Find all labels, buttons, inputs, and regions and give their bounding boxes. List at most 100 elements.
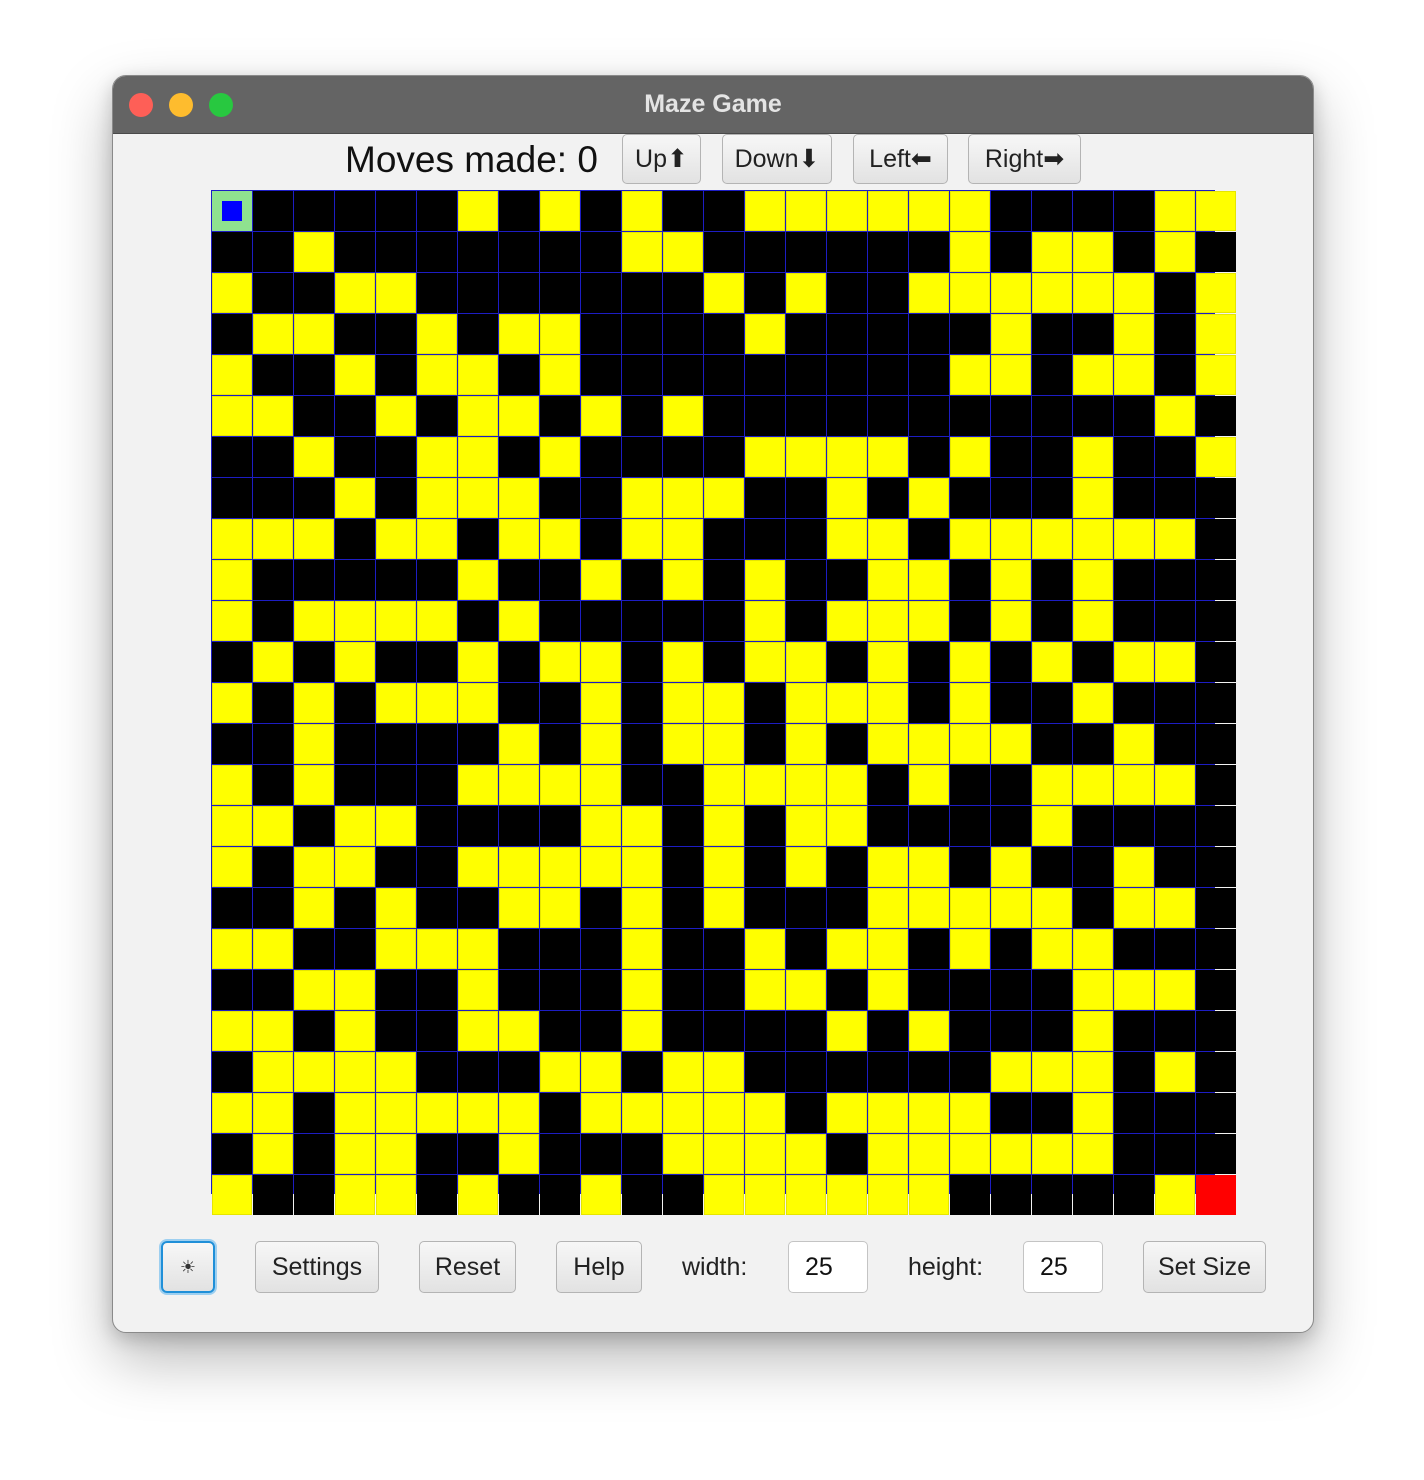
maze-wall-cell — [1155, 683, 1195, 723]
maze-wall-cell — [417, 273, 457, 313]
maze-path-cell — [868, 847, 908, 887]
maze-wall-cell — [827, 314, 867, 354]
maze-path-cell — [499, 314, 539, 354]
maze-wall-cell — [1073, 724, 1113, 764]
maze-path-cell — [704, 683, 744, 723]
maze-wall-cell — [1114, 560, 1154, 600]
maze-path-cell — [1073, 478, 1113, 518]
maze-path-cell — [1155, 396, 1195, 436]
reset-button[interactable]: Reset — [419, 1241, 516, 1293]
maze-path-cell — [1155, 642, 1195, 682]
maze-path-cell — [1032, 273, 1072, 313]
maze-wall-cell — [335, 560, 375, 600]
maze-path-cell — [253, 1052, 293, 1092]
maze-path-cell — [663, 232, 703, 272]
maze-wall-cell — [950, 314, 990, 354]
maze-path-cell — [868, 970, 908, 1010]
help-button[interactable]: Help — [556, 1241, 642, 1293]
maze-grid[interactable] — [211, 190, 1236, 1215]
height-field[interactable] — [1023, 1241, 1103, 1293]
maze-wall-cell — [1032, 970, 1072, 1010]
maze-path-cell — [581, 1052, 621, 1092]
maze-path-cell — [581, 806, 621, 846]
maze-path-cell — [1073, 1011, 1113, 1051]
settings-button[interactable]: Settings — [255, 1241, 379, 1293]
maze-wall-cell — [745, 273, 785, 313]
theme-toggle-button[interactable]: ☀ — [161, 1241, 215, 1293]
maze-wall-cell — [417, 1011, 457, 1051]
maze-wall-cell — [1155, 847, 1195, 887]
maze-path-cell — [294, 724, 334, 764]
set-size-button[interactable]: Set Size — [1143, 1241, 1266, 1293]
maze-wall-cell — [1196, 1093, 1236, 1133]
maze-wall-cell — [827, 642, 867, 682]
right-button[interactable]: Right➡ — [968, 134, 1081, 184]
maze-wall-cell — [581, 1134, 621, 1174]
maze-path-cell — [458, 560, 498, 600]
maze-wall-cell — [868, 765, 908, 805]
maze-wall-cell — [458, 888, 498, 928]
maze-wall-cell — [1196, 1052, 1236, 1092]
down-button[interactable]: Down⬇ — [722, 134, 832, 184]
maze-path-cell — [909, 1093, 949, 1133]
maze-exit-cell — [1196, 1175, 1236, 1215]
maze-wall-cell — [376, 847, 416, 887]
maze-path-cell — [294, 888, 334, 928]
maze-path-cell — [1114, 642, 1154, 682]
maze-path-cell — [786, 642, 826, 682]
maze-wall-cell — [376, 765, 416, 805]
maze-path-cell — [991, 519, 1031, 559]
maze-wall-cell — [1155, 601, 1195, 641]
maze-wall-cell — [540, 1093, 580, 1133]
maze-path-cell — [950, 1093, 990, 1133]
width-field[interactable] — [788, 1241, 868, 1293]
maze-wall-cell — [950, 1052, 990, 1092]
maze-wall-cell — [1196, 724, 1236, 764]
maze-wall-cell — [663, 1011, 703, 1051]
maze-path-cell — [622, 519, 662, 559]
up-button[interactable]: Up⬆ — [622, 134, 701, 184]
maze-wall-cell — [335, 888, 375, 928]
maze-wall-cell — [786, 1052, 826, 1092]
maze-path-cell — [417, 683, 457, 723]
maze-path-cell — [253, 806, 293, 846]
maze-path-cell — [294, 314, 334, 354]
maze-path-cell — [950, 273, 990, 313]
maze-wall-cell — [704, 314, 744, 354]
maze-path-cell — [745, 765, 785, 805]
maze-wall-cell — [294, 355, 334, 395]
maze-wall-cell — [540, 1134, 580, 1174]
maze-path-cell — [581, 1175, 621, 1215]
maze-wall-cell — [376, 314, 416, 354]
window-title: Maze Game — [644, 90, 782, 118]
maze-path-cell — [991, 888, 1031, 928]
title-bar[interactable]: Maze Game — [113, 76, 1313, 134]
maze-wall-cell — [827, 847, 867, 887]
left-button[interactable]: Left⬅ — [853, 134, 948, 184]
maze-wall-cell — [499, 560, 539, 600]
maze-path-cell — [499, 888, 539, 928]
maze-wall-cell — [540, 232, 580, 272]
player-marker — [222, 201, 242, 221]
maze-path-cell — [786, 847, 826, 887]
maze-path-cell — [1073, 437, 1113, 477]
maze-wall-cell — [1032, 1175, 1072, 1215]
maze-path-cell — [581, 847, 621, 887]
maze-path-cell — [663, 478, 703, 518]
maze-path-cell — [581, 396, 621, 436]
maze-wall-cell — [622, 724, 662, 764]
maze-path-cell — [540, 355, 580, 395]
maze-path-cell — [704, 1175, 744, 1215]
maze-start-cell — [212, 191, 252, 231]
maze-wall-cell — [868, 1052, 908, 1092]
maze-path-cell — [827, 1011, 867, 1051]
maze-wall-cell — [458, 232, 498, 272]
maze-path-cell — [827, 191, 867, 231]
maze-path-cell — [376, 519, 416, 559]
maze-path-cell — [704, 1052, 744, 1092]
sun-icon: ☀ — [179, 1256, 197, 1277]
maze-path-cell — [827, 929, 867, 969]
maze-wall-cell — [622, 683, 662, 723]
maze-wall-cell — [663, 847, 703, 887]
maze-wall-cell — [991, 642, 1031, 682]
